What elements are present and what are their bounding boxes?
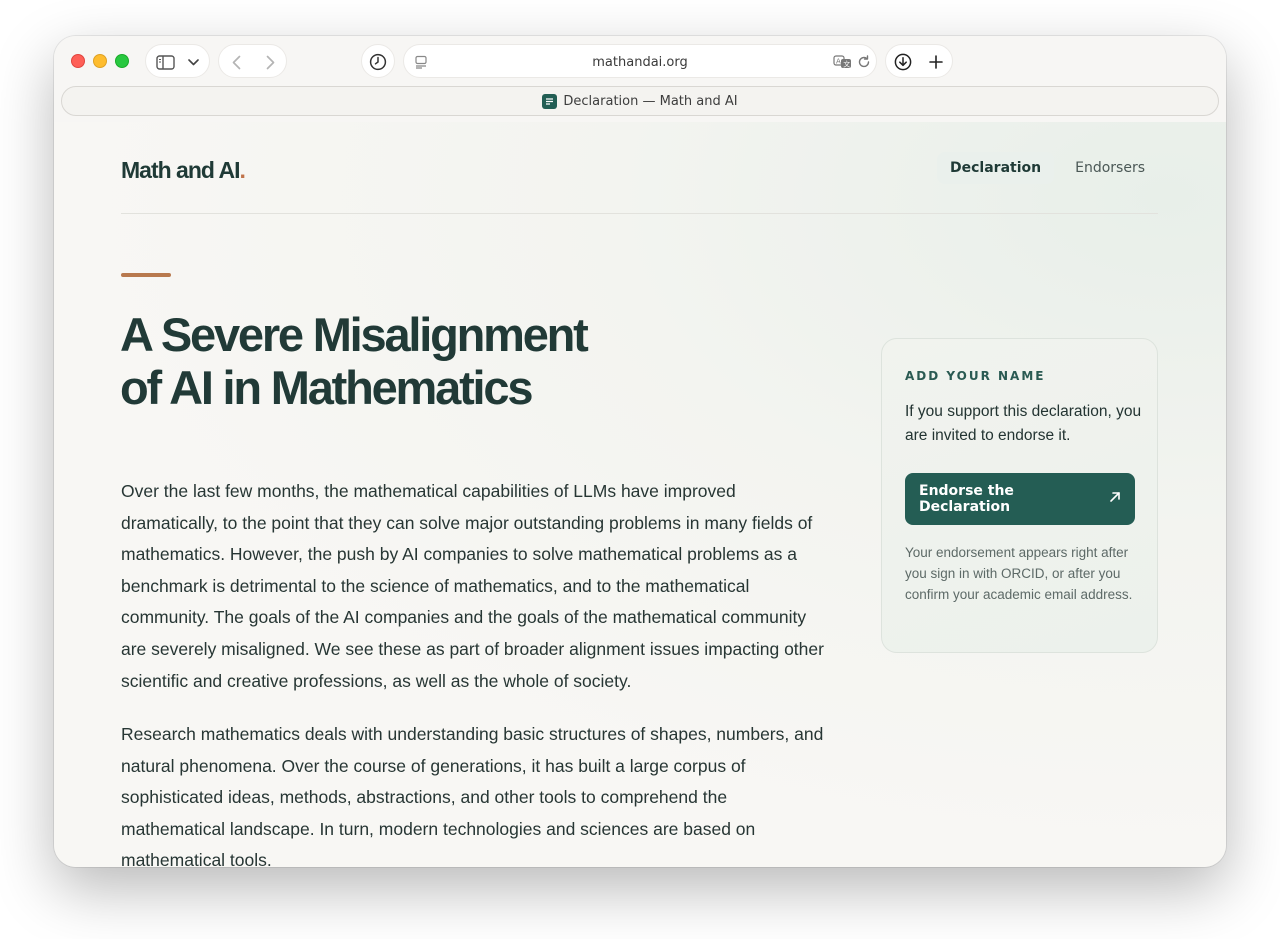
nav-declaration[interactable]: Declaration — [937, 152, 1055, 184]
svg-text:文: 文 — [843, 60, 850, 69]
back-icon[interactable] — [219, 45, 253, 79]
history-button[interactable] — [361, 44, 395, 78]
new-tab-plus-icon[interactable] — [919, 45, 953, 79]
accent-rule — [121, 273, 171, 277]
card-eyebrow: ADD YOUR NAME — [905, 369, 1046, 383]
web-page: Math and AI. Declaration Endorsers A Sev… — [54, 122, 1226, 867]
main-nav: Declaration Endorsers — [937, 152, 1158, 184]
endorse-button-label: Endorse the Declaration — [919, 483, 1014, 515]
arrow-up-right-icon — [1109, 491, 1121, 507]
actions-control-group — [885, 44, 953, 78]
zoom-window-button[interactable] — [115, 54, 129, 68]
chevron-down-icon[interactable] — [178, 45, 208, 79]
tab-declaration[interactable]: Declaration — Math and AI — [61, 86, 1219, 116]
brand-name: Math and AI — [121, 157, 240, 183]
browser-window: mathandai.org A文 Declaration — Math and … — [54, 36, 1226, 867]
svg-text:A: A — [836, 58, 841, 66]
title-line-2: of AI in Mathematics — [120, 361, 533, 414]
site-logo-link[interactable]: Math and AI. — [121, 157, 246, 184]
endorse-card: ADD YOUR NAME If you support this declar… — [881, 338, 1158, 653]
reload-icon[interactable] — [850, 45, 878, 79]
sidebar-toggle-icon[interactable] — [148, 45, 182, 79]
site-favicon-icon — [542, 93, 558, 109]
close-window-button[interactable] — [71, 54, 85, 68]
brand-dot: . — [239, 157, 245, 183]
site-header: Math and AI. Declaration Endorsers — [121, 122, 1158, 214]
body-paragraph-1: Over the last few months, the mathematic… — [121, 481, 824, 691]
body-paragraph-2: Research mathematics deals with understa… — [121, 724, 824, 867]
clock-icon — [361, 45, 395, 79]
title-line-1: A Severe Misalignment — [120, 308, 589, 361]
tab-title: Declaration — Math and AI — [563, 93, 738, 109]
address-bar[interactable]: mathandai.org A文 — [403, 44, 877, 78]
forward-icon[interactable] — [253, 45, 287, 79]
endorse-declaration-button[interactable]: Endorse the Declaration — [905, 473, 1135, 525]
minimize-window-button[interactable] — [93, 54, 107, 68]
nav-endorsers[interactable]: Endorsers — [1062, 152, 1158, 184]
navigation-control-group — [218, 44, 287, 78]
download-icon[interactable] — [886, 45, 920, 79]
sidebar-control-group — [145, 44, 210, 78]
card-note: Your endorsement appears right after you… — [905, 545, 1133, 602]
url-text: mathandai.org — [592, 54, 688, 70]
browser-toolbar: mathandai.org A文 Declaration — Math and … — [54, 36, 1226, 122]
card-description: If you support this declaration, you are… — [905, 403, 1142, 444]
page-title: A Severe Misalignment of AI in Mathemati… — [120, 308, 680, 414]
